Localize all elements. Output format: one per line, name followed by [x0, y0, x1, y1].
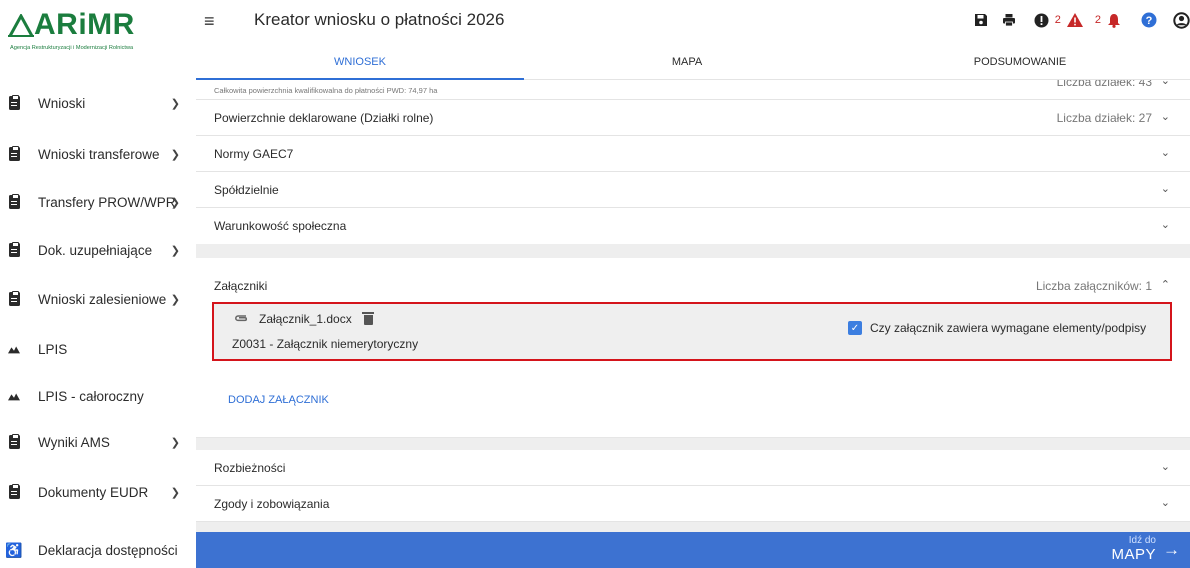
app-header: ≡ Kreator wniosku o płatności 2026 2 2 ?: [196, 0, 1190, 42]
chevron-down-icon: ⌄: [1160, 111, 1170, 123]
sidebar-item-label: LPIS: [38, 341, 68, 357]
sidebar-item-label: Dok. uzupełniające: [38, 242, 153, 258]
sidebar-item-wnioski-zalesieniowe[interactable]: Wnioski zalesieniowe ❯: [0, 279, 196, 319]
notification-count: 2: [1094, 14, 1101, 26]
section-title: Powierzchnie deklarowane (Działki rolne): [214, 111, 434, 125]
chevron-down-icon: ⌄: [1160, 183, 1170, 195]
chevron-down-icon: ❯: [170, 436, 180, 449]
section-title: Załączniki: [214, 279, 268, 293]
sidebar-item-transfery[interactable]: Transfery PROW/WPR ❯: [0, 182, 196, 222]
footer-next-hint: Idź do: [1128, 535, 1156, 546]
add-attachment-button[interactable]: DODAJ ZAŁĄCZNIK: [228, 394, 329, 406]
chevron-down-icon: ❯: [170, 196, 180, 209]
print-icon[interactable]: [1002, 13, 1016, 27]
sidebar-item-label: Wyniki AMS: [38, 434, 110, 450]
accessibility-icon: ♿: [5, 541, 23, 558]
tab-wniosek[interactable]: WNIOSEK: [196, 56, 524, 68]
logo-icon: [8, 14, 34, 37]
chevron-down-icon: ❯: [170, 244, 180, 257]
mountain-icon: [8, 389, 20, 403]
sidebar: ARiMR Agencja Restrukturyzacji i Moderni…: [0, 0, 196, 568]
section-meta: Liczba załączników: 1: [1035, 279, 1152, 293]
sidebar-item-label: Transfery PROW/WPR: [38, 194, 176, 210]
warning-icon[interactable]: [1066, 13, 1083, 27]
tab-podsumowanie[interactable]: PODSUMOWANIE: [850, 56, 1190, 68]
section-top-partial[interactable]: Całkowita powierzchnia kwalifikowalna do…: [196, 80, 1190, 100]
attachment-checkbox-label: Czy załącznik zawiera wymagane elementy/…: [870, 321, 1147, 335]
attachment-checkbox[interactable]: ✓: [848, 321, 862, 335]
clipboard-icon: [8, 291, 20, 306]
sidebar-item-deklaracja-dostepnosci[interactable]: ♿ Deklaracja dostępności: [0, 530, 196, 568]
chevron-down-icon: ❯: [170, 486, 180, 499]
chevron-down-icon: ⌄: [1160, 219, 1170, 231]
tab-bar: WNIOSEK MAPA PODSUMOWANIE: [196, 52, 1190, 80]
section-spoldzielnie[interactable]: Spółdzielnie ⌄: [196, 172, 1190, 208]
warning-count: 2: [1054, 14, 1061, 26]
sidebar-item-label: LPIS - całoroczny: [38, 388, 144, 404]
section-normy-gaec7[interactable]: Normy GAEC7 ⌄: [196, 136, 1190, 172]
sidebar-item-label: Deklaracja dostępności: [38, 542, 178, 558]
help-icon[interactable]: ?: [1141, 12, 1157, 28]
error-icon[interactable]: [1034, 13, 1049, 28]
section-zgody-zobowiazania[interactable]: Zgody i zobowiązania ⌄: [196, 486, 1190, 522]
mountain-icon: [8, 342, 20, 356]
sidebar-item-lpis-caloroczny[interactable]: LPIS - całoroczny: [0, 376, 196, 416]
sidebar-item-dok-uzupelniajace[interactable]: Dok. uzupełniające ❯: [0, 230, 196, 270]
sidebar-item-label: Wnioski: [38, 95, 86, 111]
sidebar-item-lpis[interactable]: LPIS: [0, 329, 196, 369]
logo-subtitle: Agencja Restrukturyzacji i Modernizacji …: [10, 45, 134, 51]
logo-name: ARiMR: [34, 8, 135, 41]
clipboard-icon: [8, 434, 20, 449]
header-actions: 2 2 ?: [964, 8, 1190, 32]
clipboard-icon: [8, 194, 20, 209]
chevron-down-icon: ⌄: [1160, 497, 1170, 509]
section-title: Warunkowość społeczna: [214, 219, 347, 233]
section-title: Spółdzielnie: [214, 183, 279, 197]
chevron-down-icon: ❯: [170, 148, 180, 161]
chevron-down-icon: ❯: [170, 97, 180, 110]
svg-text:?: ?: [1146, 15, 1153, 27]
arrow-right-icon[interactable]: →: [1163, 540, 1180, 560]
menu-icon[interactable]: ≡: [204, 11, 215, 32]
clipboard-icon: [8, 242, 20, 257]
chevron-down-icon: ⌄: [1160, 80, 1170, 87]
section-title: Zgody i zobowiązania: [214, 497, 330, 511]
paperclip-icon: [234, 311, 248, 326]
section-subtitle: Całkowita powierzchnia kwalifikowalna do…: [214, 86, 438, 95]
chevron-down-icon: ❯: [170, 293, 180, 306]
section-warunkowosc-spoleczna[interactable]: Warunkowość społeczna ⌄: [196, 208, 1190, 244]
clipboard-icon: [8, 95, 20, 110]
attachment-description: Z0031 - Załącznik niemerytoryczny: [232, 337, 419, 351]
sidebar-item-wnioski[interactable]: Wnioski ❯: [0, 83, 196, 123]
sidebar-item-dokumenty-eudr[interactable]: Dokumenty EUDR ❯: [0, 472, 196, 512]
page-title: Kreator wniosku o płatności 2026: [254, 10, 505, 29]
sidebar-item-wnioski-transferowe[interactable]: Wnioski transferowe ❯: [0, 134, 196, 174]
chevron-down-icon: ⌄: [1160, 147, 1170, 159]
section-title: Normy GAEC7: [214, 147, 294, 161]
section-rozbieznosci[interactable]: Rozbieżności ⌄: [196, 450, 1190, 486]
sidebar-item-label: Wnioski transferowe: [38, 146, 160, 162]
clipboard-icon: [8, 146, 20, 161]
sidebar-item-label: Wnioski zalesieniowe: [38, 291, 167, 307]
trash-icon[interactable]: [362, 311, 374, 325]
chevron-up-icon[interactable]: ⌃: [1161, 278, 1170, 291]
bell-icon[interactable]: [1107, 13, 1121, 28]
footer-nav-bar[interactable]: Idź do MAPY →: [196, 532, 1190, 568]
chevron-down-icon: ⌄: [1160, 461, 1170, 473]
section-powierzchnie-deklarowane[interactable]: Powierzchnie deklarowane (Działki rolne)…: [196, 100, 1190, 136]
section-title: Rozbieżności: [214, 461, 286, 475]
clipboard-icon: [8, 484, 20, 499]
tab-mapa[interactable]: MAPA: [524, 56, 850, 68]
sidebar-item-label: Dokumenty EUDR: [38, 484, 149, 500]
section-meta: Liczba działek: 43: [1056, 80, 1152, 89]
section-meta: Liczba działek: 27: [1056, 111, 1152, 125]
sidebar-item-wyniki-ams[interactable]: Wyniki AMS ❯: [0, 422, 196, 462]
logo[interactable]: ARiMR Agencja Restrukturyzacji i Moderni…: [8, 8, 188, 60]
main-content: Całkowita powierzchnia kwalifikowalna do…: [196, 80, 1190, 532]
attachment-item: Załącznik_1.docx Z0031 - Załącznik nieme…: [212, 302, 1172, 361]
account-icon[interactable]: [1173, 11, 1190, 29]
attachment-filename[interactable]: Załącznik_1.docx: [259, 312, 352, 326]
footer-next-label[interactable]: MAPY: [1111, 546, 1156, 563]
save-icon[interactable]: [974, 13, 988, 27]
